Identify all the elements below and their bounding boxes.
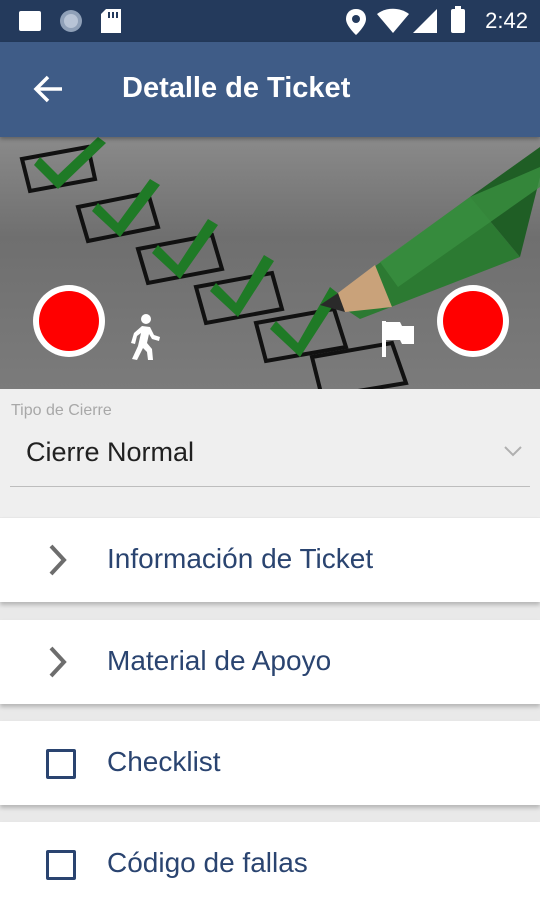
location-icon: [345, 8, 367, 41]
walking-person-icon[interactable]: [122, 313, 162, 366]
wifi-icon: [376, 8, 410, 39]
clock: 2:42: [485, 8, 528, 33]
section-ticket-info[interactable]: Información de Ticket: [0, 518, 540, 602]
closure-type-section: Tipo de Cierre Cierre Normal: [0, 389, 540, 517]
closure-type-select[interactable]: Cierre Normal: [10, 419, 530, 487]
page-title: Detalle de Ticket: [122, 72, 351, 104]
checkbox-icon[interactable]: [46, 749, 76, 779]
square-notification-icon: [18, 10, 42, 37]
section-label: Checklist: [107, 746, 221, 777]
closure-type-value: Cierre Normal: [26, 437, 195, 467]
chevron-right-icon: [49, 646, 67, 678]
record-left-button[interactable]: [33, 285, 105, 357]
circle-notification-icon: [59, 9, 83, 38]
chevron-down-icon: [504, 446, 522, 457]
checkbox-icon[interactable]: [46, 850, 76, 880]
flag-icon[interactable]: [380, 319, 416, 364]
closure-type-label: Tipo de Cierre: [11, 402, 112, 419]
battery-icon: [450, 6, 466, 39]
back-button[interactable]: [28, 69, 68, 109]
section-label: Información de Ticket: [107, 543, 374, 574]
arrow-left-icon: [33, 75, 62, 103]
section-label: Código de fallas: [107, 847, 308, 878]
section-checklist[interactable]: Checklist: [0, 721, 540, 805]
status-bar: 2:42: [0, 0, 540, 42]
app-toolbar: Detalle de Ticket: [0, 42, 540, 137]
banner-image: [0, 137, 540, 389]
signal-icon: [412, 8, 438, 39]
section-label: Material de Apoyo: [107, 645, 332, 676]
record-right-button[interactable]: [437, 285, 509, 357]
section-support-material[interactable]: Material de Apoyo: [0, 620, 540, 704]
sd-card-icon: [100, 8, 122, 39]
chevron-right-icon: [49, 544, 67, 576]
section-fault-codes[interactable]: Código de fallas: [0, 822, 540, 900]
